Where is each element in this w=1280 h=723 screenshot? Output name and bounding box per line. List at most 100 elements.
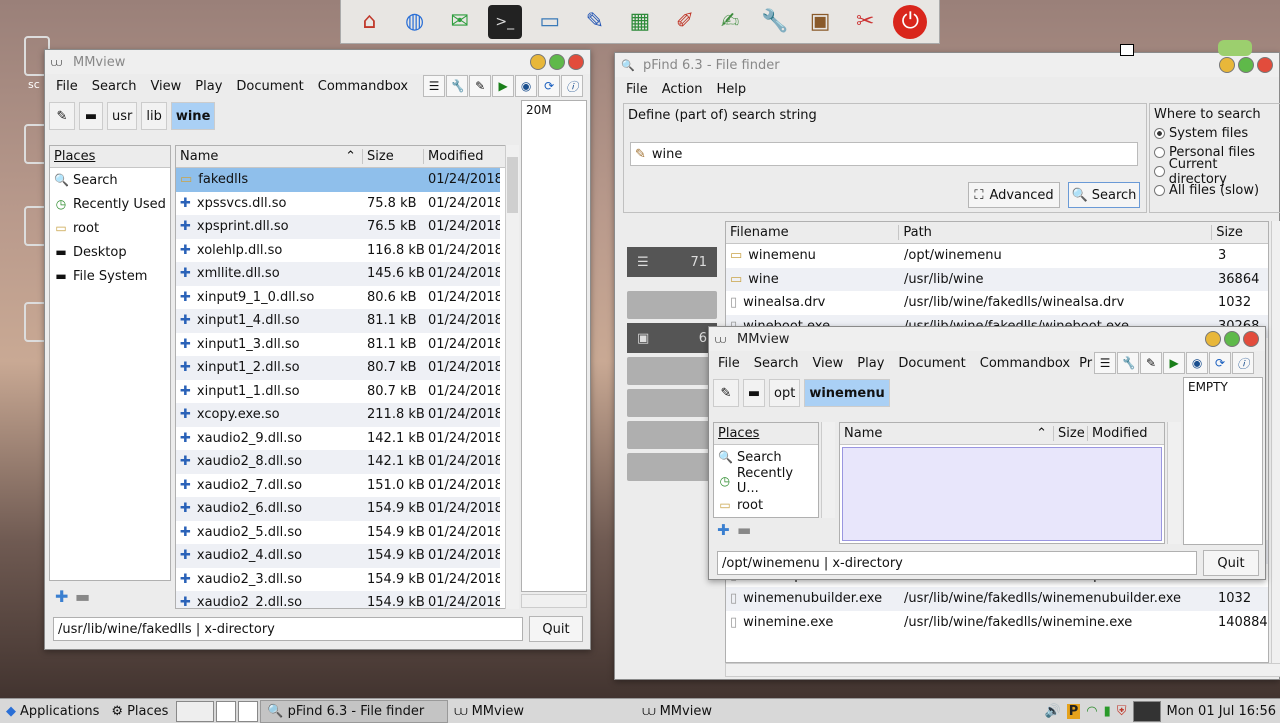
tray-app-icon[interactable] xyxy=(1218,40,1252,56)
table-row[interactable]: ✚ xinput1_2.dll.so 80.7 kB 01/24/2018 xyxy=(176,356,500,380)
pfind-titlebar[interactable]: 🔍 pFind 6.3 - File finder xyxy=(615,53,1279,77)
place-root[interactable]: ▭ root xyxy=(714,493,818,517)
file-list-scrollbar[interactable] xyxy=(505,145,519,609)
eye-icon[interactable]: ◉ xyxy=(1186,352,1209,374)
play-icon[interactable]: ▶ xyxy=(492,75,515,97)
col-modified[interactable]: Modified xyxy=(424,149,500,164)
battery-icon[interactable]: ▮ xyxy=(1104,704,1111,719)
maximize-button[interactable] xyxy=(549,54,565,70)
menu-view[interactable]: View xyxy=(805,356,850,371)
monitor-icon[interactable]: ▭ xyxy=(533,5,567,39)
col-name[interactable]: Name ⌃ xyxy=(840,426,1054,441)
crumb-winemenu[interactable]: winemenu xyxy=(804,379,890,407)
menu-help[interactable]: Help xyxy=(709,82,753,97)
places-menu[interactable]: ⚙ Places xyxy=(105,700,174,723)
col-size[interactable]: Size xyxy=(1054,426,1088,441)
list-icon[interactable]: ☰ xyxy=(423,75,446,97)
radio-system-files[interactable]: System files xyxy=(1154,124,1276,143)
search-button[interactable]: 🔍 Search xyxy=(1068,182,1140,208)
results-scrollbar[interactable] xyxy=(1271,221,1280,663)
task-mmview-2[interactable]: ⩊ MMview xyxy=(636,700,824,723)
menu-document[interactable]: Document xyxy=(891,356,972,371)
drive-icon[interactable]: ▬ xyxy=(79,102,103,130)
workspace-switcher[interactable] xyxy=(174,700,260,723)
wifi-icon[interactable]: ◠ xyxy=(1086,704,1097,719)
category-docs[interactable] xyxy=(627,291,717,319)
remove-place-button[interactable]: ▬ xyxy=(75,587,90,606)
menu-more[interactable]: Pr xyxy=(1077,356,1092,371)
wrench-icon[interactable]: 🔧 xyxy=(446,75,469,97)
col-path[interactable]: Path xyxy=(899,225,1213,240)
applications-menu[interactable]: ◆ Applications xyxy=(0,700,105,723)
mmview-titlebar[interactable]: ⩊ MMview xyxy=(709,327,1265,351)
place-root[interactable]: ▭ root xyxy=(50,216,170,240)
edit-icon[interactable]: ✎ xyxy=(1140,352,1163,374)
radio-current-directory[interactable]: Current directory xyxy=(1154,157,1276,187)
table-row[interactable]: ✚ xaudio2_2.dll.so 154.9 kB 01/24/2018 xyxy=(176,591,500,608)
task-mmview-1[interactable]: ⩊ MMview xyxy=(448,700,636,723)
power-icon[interactable]: ⏻ xyxy=(893,4,928,39)
table-row[interactable]: ✚ xinput9_1_0.dll.so 80.6 kB 01/24/2018 xyxy=(176,286,500,310)
col-modified[interactable]: Modified xyxy=(1088,426,1164,441)
play-icon[interactable]: ▶ xyxy=(1163,352,1186,374)
table-row[interactable]: ▯ winealsa.drv/usr/lib/wine/fakedlls/wine… xyxy=(726,291,1268,315)
menu-file[interactable]: File xyxy=(49,79,85,94)
refresh-icon[interactable]: ⟳ xyxy=(538,75,561,97)
eye-icon[interactable]: ◉ xyxy=(515,75,538,97)
file-list-scrollbar[interactable] xyxy=(1167,422,1181,544)
table-row[interactable]: ✚ xaudio2_5.dll.so 154.9 kB 01/24/2018 xyxy=(176,521,500,545)
menu-play[interactable]: Play xyxy=(188,79,229,94)
menu-file[interactable]: File xyxy=(711,356,747,371)
menu-file[interactable]: File xyxy=(619,82,655,97)
workspace-1[interactable] xyxy=(176,700,215,722)
table-row[interactable]: ▭ wine/usr/lib/wine 36864 xyxy=(726,267,1268,291)
archive-icon[interactable]: ▣ xyxy=(803,5,837,39)
results-hscrollbar[interactable] xyxy=(725,663,1280,677)
menu-action[interactable]: Action xyxy=(655,82,710,97)
category-other[interactable] xyxy=(627,453,717,481)
menu-document[interactable]: Document xyxy=(229,79,310,94)
maximize-button[interactable] xyxy=(1238,57,1254,73)
table-row[interactable]: ✚ xpssvcs.dll.so 75.8 kB 01/24/2018 xyxy=(176,192,500,216)
category-audio[interactable] xyxy=(627,357,717,385)
place-filesystem[interactable]: ▬ File System xyxy=(50,264,170,288)
info-icon[interactable]: ⓘ xyxy=(1232,352,1255,374)
table-row[interactable]: ✚ xmllite.dll.so 145.6 kB 01/24/2018 xyxy=(176,262,500,286)
spreadsheet-icon[interactable]: ▦ xyxy=(623,5,657,39)
preview-scrollbar[interactable] xyxy=(521,594,587,608)
crumb-opt[interactable]: opt xyxy=(769,379,801,407)
minimize-button[interactable] xyxy=(1219,57,1235,73)
add-place-button[interactable]: ✚ xyxy=(717,521,730,539)
table-row[interactable]: ✚ xaudio2_6.dll.so 154.9 kB 01/24/2018 xyxy=(176,497,500,521)
notes-icon[interactable]: ✍ xyxy=(713,5,747,39)
close-button[interactable] xyxy=(1243,331,1259,347)
category-video[interactable] xyxy=(627,389,717,417)
table-row[interactable]: ✚ xpsprint.dll.so 76.5 kB 01/24/2018 xyxy=(176,215,500,239)
place-search[interactable]: 🔍 Search xyxy=(50,168,170,192)
edit-path-button[interactable]: ✎ xyxy=(713,379,739,407)
quit-button[interactable]: Quit xyxy=(529,616,583,642)
col-size[interactable]: Size xyxy=(363,149,424,164)
table-row[interactable]: ▯ winemenubuilder.exe/usr/lib/wine/fakedl… xyxy=(726,587,1268,611)
globe-icon[interactable]: ◍ xyxy=(398,5,432,39)
advanced-button[interactable]: ⛶ Advanced xyxy=(968,182,1060,208)
quit-button[interactable]: Quit xyxy=(1203,550,1259,576)
edit-icon[interactable]: ✎ xyxy=(469,75,492,97)
table-row[interactable]: ▭ winemenu/opt/winemenu 3 xyxy=(726,244,1268,268)
tools-icon[interactable]: ✂ xyxy=(848,5,882,39)
home-icon[interactable]: ⌂ xyxy=(353,5,387,39)
close-button[interactable] xyxy=(568,54,584,70)
desktop-thumbnail[interactable] xyxy=(1132,700,1161,722)
table-row[interactable]: ✚ xaudio2_8.dll.so 142.1 kB 01/24/2018 xyxy=(176,450,500,474)
crumb-lib[interactable]: lib xyxy=(141,102,167,130)
category-all[interactable]: ☰ 71 xyxy=(627,247,717,277)
crumb-wine[interactable]: wine xyxy=(170,102,216,130)
table-row[interactable]: ✚ xinput1_4.dll.so 81.1 kB 01/24/2018 xyxy=(176,309,500,333)
task-pfind[interactable]: 🔍 pFind 6.3 - File finder xyxy=(260,699,449,723)
drive-icon[interactable]: ▬ xyxy=(743,379,765,407)
table-row[interactable]: ▭ fakedlls 01/24/2018 xyxy=(176,168,500,192)
table-row[interactable]: ✚ xaudio2_7.dll.so 151.0 kB 01/24/2018 xyxy=(176,474,500,498)
table-row[interactable]: ▯ winemine.exe/usr/lib/wine/fakedlls/wine… xyxy=(726,611,1268,635)
minimize-button[interactable] xyxy=(530,54,546,70)
workspace-2[interactable] xyxy=(216,700,237,722)
